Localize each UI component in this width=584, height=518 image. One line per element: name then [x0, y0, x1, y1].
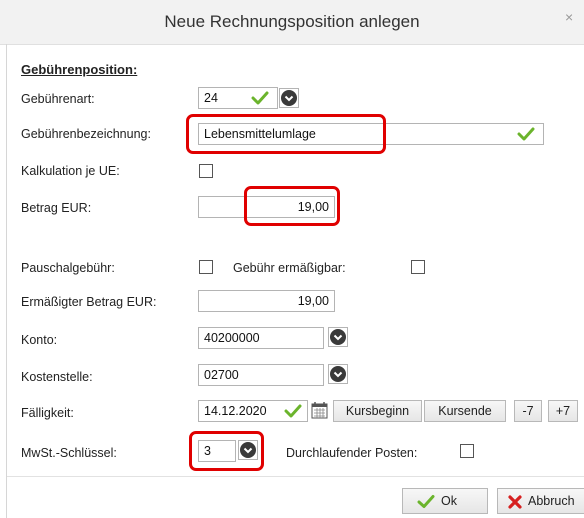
konto-label: Konto: — [21, 333, 58, 347]
cancel-x-icon — [508, 495, 522, 509]
kalkulation-label: Kalkulation je UE: — [21, 164, 120, 178]
gebuehrenart-value: 24 — [204, 91, 218, 105]
gebuehrenart-dropdown-button[interactable] — [279, 88, 299, 108]
faelligkeit-label: Fälligkeit: — [21, 406, 74, 420]
dialog-title: Neue Rechnungsposition anlegen — [164, 12, 420, 31]
konto-field[interactable]: 40200000 — [198, 327, 324, 349]
abbruch-label: Abbruch — [528, 494, 575, 508]
valid-check-icon — [284, 404, 302, 418]
kursbeginn-button[interactable]: Kursbeginn — [333, 400, 422, 422]
ok-label: Ok — [441, 494, 457, 508]
kursende-button[interactable]: Kursende — [424, 400, 506, 422]
minus-7-button[interactable]: -7 — [514, 400, 542, 422]
konto-dropdown-button[interactable] — [328, 327, 348, 347]
plus-7-button[interactable]: +7 — [548, 400, 578, 422]
check-icon — [417, 495, 435, 508]
section-title: Gebührenposition: — [21, 62, 138, 77]
ermaessigbar-label: Gebühr ermäßigbar: — [233, 261, 346, 275]
durchlaufend-label: Durchlaufender Posten: — [286, 446, 418, 460]
mwst-label: MwSt.-Schlüssel: — [21, 446, 117, 460]
bezeichnung-label: Gebührenbezeichnung: — [21, 127, 151, 141]
gebuehrenart-label: Gebührenart: — [21, 92, 95, 106]
konto-value: 40200000 — [204, 331, 260, 345]
betrag-label: Betrag EUR: — [21, 201, 92, 215]
footer-separator — [7, 476, 584, 477]
ermaessigter-betrag-label: Ermäßigter Betrag EUR: — [21, 295, 157, 309]
chevron-down-icon — [330, 329, 346, 345]
abbruch-button[interactable]: Abbruch — [497, 488, 584, 514]
highlight-bezeichnung — [186, 114, 386, 154]
ermaessigter-betrag-value: 19,00 — [297, 294, 329, 308]
kostenstelle-field[interactable]: 02700 — [198, 364, 324, 386]
kostenstelle-label: Kostenstelle: — [21, 370, 93, 384]
ermaessigbar-checkbox[interactable] — [411, 260, 425, 274]
highlight-mwst — [189, 431, 264, 471]
calendar-icon[interactable] — [311, 401, 328, 419]
chevron-down-icon — [281, 90, 297, 106]
kostenstelle-value: 02700 — [204, 368, 239, 382]
faelligkeit-value: 14.12.2020 — [204, 404, 267, 418]
close-icon[interactable]: × — [565, 9, 573, 25]
highlight-betrag — [244, 186, 340, 226]
ermaessigter-betrag-field[interactable]: 19,00 — [198, 290, 335, 312]
chevron-down-icon — [330, 366, 346, 382]
ok-button[interactable]: Ok — [402, 488, 488, 514]
window-left-border — [6, 44, 7, 518]
valid-check-icon — [251, 91, 269, 105]
durchlaufend-checkbox[interactable] — [460, 444, 474, 458]
pauschal-checkbox[interactable] — [199, 260, 213, 274]
kalkulation-checkbox[interactable] — [199, 164, 213, 178]
kostenstelle-dropdown-button[interactable] — [328, 364, 348, 384]
dialog-titlebar: Neue Rechnungsposition anlegen × — [0, 0, 584, 45]
valid-check-icon — [517, 127, 535, 141]
pauschal-label: Pauschalgebühr: — [21, 261, 115, 275]
